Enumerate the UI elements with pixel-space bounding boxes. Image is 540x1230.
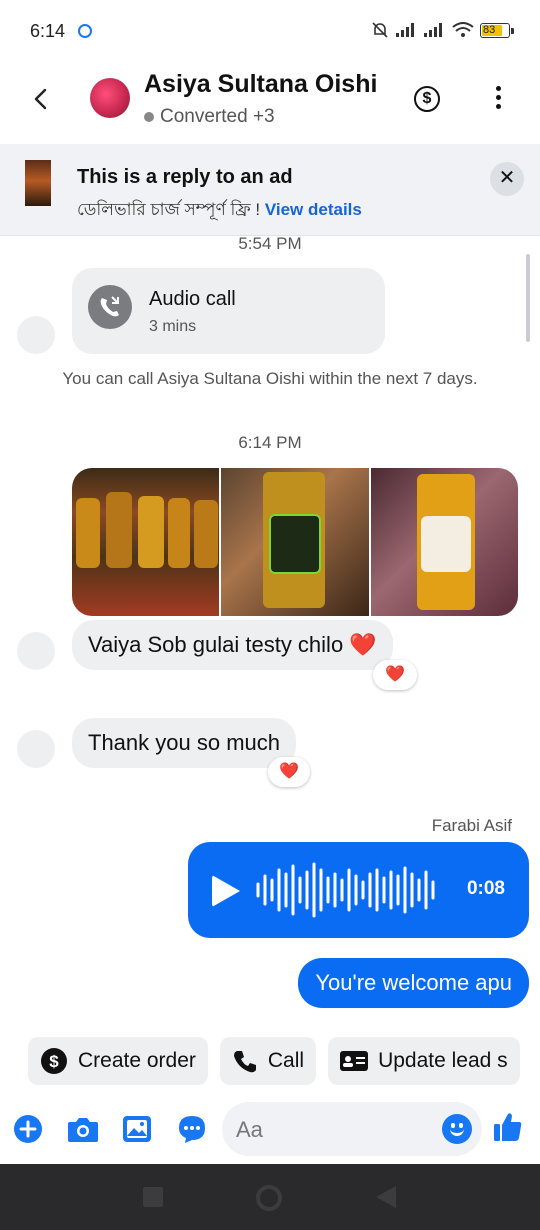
dollar-icon: $	[41, 1048, 67, 1074]
back-nav-icon[interactable]	[376, 1186, 396, 1208]
heart-reaction[interactable]: ❤️	[373, 660, 417, 690]
close-banner-button[interactable]: ✕	[490, 162, 524, 196]
ad-banner-text: ডেলিভারি চার্জ সম্পূর্ণ ফ্রি !	[77, 200, 265, 219]
like-thumbs-up-icon[interactable]	[493, 1111, 523, 1143]
signal-icon	[396, 23, 414, 37]
status-icons: 83	[370, 20, 514, 40]
ad-banner-subtitle: ডেলিভারি চার্জ সম্পূর্ণ ফ্রি ! View deta…	[77, 197, 362, 225]
battery-level: 83	[483, 23, 496, 36]
plus-icon[interactable]	[13, 1114, 43, 1144]
voice-duration: 0:08	[466, 878, 505, 899]
ad-banner-title: This is a reply to an ad	[77, 166, 293, 188]
scrollbar-thumb[interactable]	[526, 254, 530, 342]
heart-reaction[interactable]: ❤️	[268, 757, 310, 787]
chat-header: Asiya Sultana Oishi Converted +3 $	[0, 62, 540, 144]
camera-icon[interactable]	[67, 1114, 99, 1144]
recents-icon[interactable]	[143, 1187, 163, 1207]
contact-name[interactable]: Asiya Sultana Oishi	[144, 70, 377, 99]
messenger-notification-icon	[78, 24, 92, 38]
sender-name: Farabi Asif	[431, 816, 512, 835]
product-photo[interactable]	[72, 468, 220, 616]
payment-dollar-icon[interactable]: $	[414, 86, 440, 112]
voice-message[interactable]: 0:08	[188, 842, 529, 938]
sender-avatar	[17, 316, 55, 354]
outgoing-message[interactable]: You're welcome apu	[298, 958, 529, 1008]
svg-text:$: $	[49, 1052, 59, 1071]
ad-reply-banner: This is a reply to an ad ডেলিভারি চার্জ …	[0, 144, 540, 236]
product-photo[interactable]	[221, 468, 369, 616]
quick-actions-bar: $ Create order Call Update lead s	[28, 1037, 520, 1085]
mute-bell-icon	[372, 22, 388, 38]
id-card-icon	[340, 1051, 369, 1071]
audio-call-card[interactable]: Audio call 3 mins	[72, 268, 385, 354]
call-label: Call	[267, 1049, 305, 1072]
message-input[interactable]: Aa	[222, 1102, 482, 1156]
back-arrow-icon[interactable]	[28, 84, 54, 114]
ad-thumbnail	[25, 160, 51, 206]
chat-bubble-icon[interactable]	[177, 1114, 207, 1144]
call-button[interactable]: Call	[219, 1037, 317, 1085]
timestamp: 6:14 PM	[238, 433, 302, 452]
product-photo[interactable]	[370, 468, 518, 616]
photo-gallery[interactable]	[72, 468, 518, 616]
contact-status-text: Converted +3	[160, 106, 275, 127]
create-order-label: Create order	[78, 1049, 196, 1072]
message-input-placeholder: Aa	[236, 1117, 263, 1142]
status-bar: 6:14 83	[0, 0, 540, 62]
call-title: Audio call	[149, 288, 236, 310]
timestamp: 5:54 PM	[238, 234, 302, 253]
signal-icon-2	[424, 23, 442, 37]
phone-icon	[233, 1051, 256, 1073]
system-navigation-bar	[0, 1164, 540, 1230]
gallery-icon[interactable]	[122, 1114, 152, 1144]
more-options-icon[interactable]	[490, 86, 506, 112]
sender-avatar	[17, 730, 55, 768]
message-composer: Aa	[0, 1098, 540, 1164]
update-lead-label: Update lead s	[378, 1049, 508, 1072]
wifi-icon	[452, 22, 474, 37]
incoming-message[interactable]: Vaiya Sob gulai testy chilo ❤️	[72, 620, 393, 670]
call-duration: 3 mins	[149, 318, 197, 335]
emoji-icon[interactable]	[442, 1114, 472, 1144]
update-lead-button[interactable]: Update lead s	[328, 1037, 520, 1085]
battery-icon: 83	[480, 22, 514, 38]
create-order-button[interactable]: $ Create order	[28, 1037, 208, 1085]
play-icon[interactable]	[212, 875, 240, 907]
home-icon[interactable]	[256, 1185, 282, 1211]
waveform-icon	[256, 862, 435, 918]
contact-status: Converted +3	[144, 106, 275, 128]
status-time: 6:14	[30, 21, 66, 41]
missed-call-icon	[88, 285, 132, 329]
call-availability-notice: You can call Asiya Sultana Oishi within …	[62, 369, 478, 388]
incoming-message[interactable]: Thank you so much	[72, 718, 296, 768]
contact-avatar[interactable]	[90, 78, 130, 118]
status-dot-icon	[144, 112, 154, 122]
sender-avatar	[17, 632, 55, 670]
view-details-link[interactable]: View details	[265, 200, 362, 219]
